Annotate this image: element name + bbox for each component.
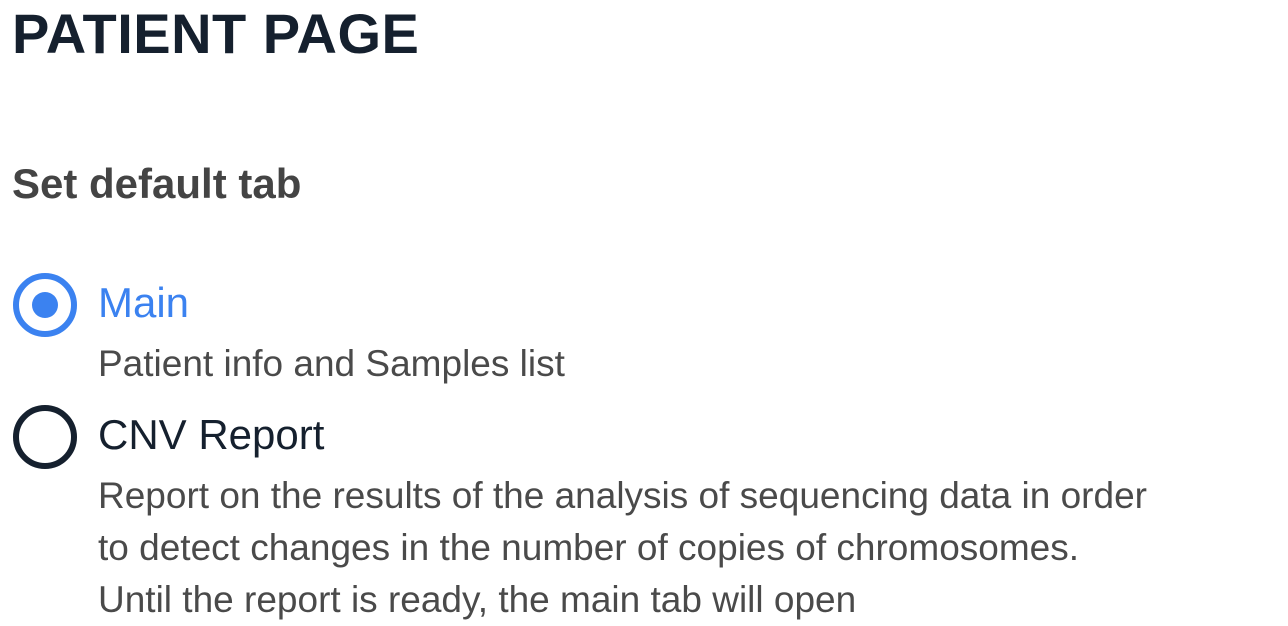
radio-description-main: Patient info and Samples list — [98, 343, 565, 384]
default-tab-heading: Set default tab — [12, 160, 302, 207]
description-line: Until the report is ready, the main tab … — [98, 579, 857, 620]
radio-button-cnv-report[interactable] — [13, 405, 77, 469]
radio-label-cnv-report[interactable]: CNV Report — [98, 409, 324, 461]
page-title: PATIENT PAGE — [12, 2, 420, 65]
description-line: Report on the results of the analysis of… — [98, 475, 1147, 516]
radio-description-cnv-report: Report on the results of the analysis of… — [98, 470, 1147, 626]
radio-label-main[interactable]: Main — [98, 277, 189, 329]
radio-button-main[interactable] — [13, 273, 77, 337]
radio-selected-dot-icon — [32, 292, 58, 318]
description-line: to detect changes in the number of copie… — [98, 527, 1080, 568]
